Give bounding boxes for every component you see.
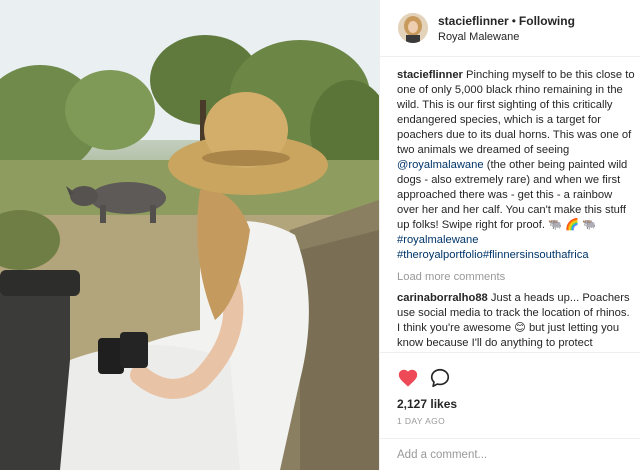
speech-bubble-icon <box>430 368 450 388</box>
add-comment-bar <box>380 438 640 470</box>
post-photo[interactable] <box>0 0 379 470</box>
comment-button[interactable] <box>429 367 451 389</box>
avatar[interactable] <box>398 13 428 43</box>
header-username-link[interactable]: stacieflinner <box>438 14 509 28</box>
hashtag-link[interactable]: #theroyalportfolio <box>397 249 483 261</box>
post-header: stacieflinner • Following Royal Malewane <box>380 0 640 57</box>
likes-count[interactable]: 2,127 likes <box>397 397 457 411</box>
like-button[interactable] <box>397 367 419 389</box>
caption: stacieflinner Pinching myself to be this… <box>397 68 635 263</box>
header-line: stacieflinner • Following <box>438 14 575 28</box>
caption-username-link[interactable]: stacieflinner <box>397 69 463 81</box>
post-actions: 2,127 likes 1 DAY AGO <box>380 352 640 440</box>
comment-username-link[interactable]: carinaborralho88 <box>397 292 488 304</box>
post-timestamp[interactable]: 1 DAY AGO <box>397 416 445 426</box>
caption-text-1: Pinching myself to be this close to one … <box>397 69 635 156</box>
following-button[interactable]: Following <box>519 14 575 28</box>
load-more-comments-button[interactable]: Load more comments <box>397 270 635 285</box>
comments-list[interactable]: stacieflinner Pinching myself to be this… <box>397 68 635 352</box>
post-sidebar: stacieflinner • Following Royal Malewane s… <box>379 0 640 470</box>
avatar-image <box>398 13 428 43</box>
heart-filled-icon <box>398 369 418 387</box>
location-link[interactable]: Royal Malewane <box>438 31 519 43</box>
caption-mention-link[interactable]: @royalmalawane <box>397 159 484 171</box>
comment: carinaborralho88 Just a heads up... Poac… <box>397 291 635 352</box>
add-comment-input[interactable] <box>397 445 627 465</box>
safari-scene-image <box>0 0 379 470</box>
hashtag-link[interactable]: #flinnersinsouthafrica <box>483 249 589 261</box>
hashtag-link[interactable]: #royalmalewane <box>397 234 478 246</box>
header-separator: • <box>511 14 516 28</box>
